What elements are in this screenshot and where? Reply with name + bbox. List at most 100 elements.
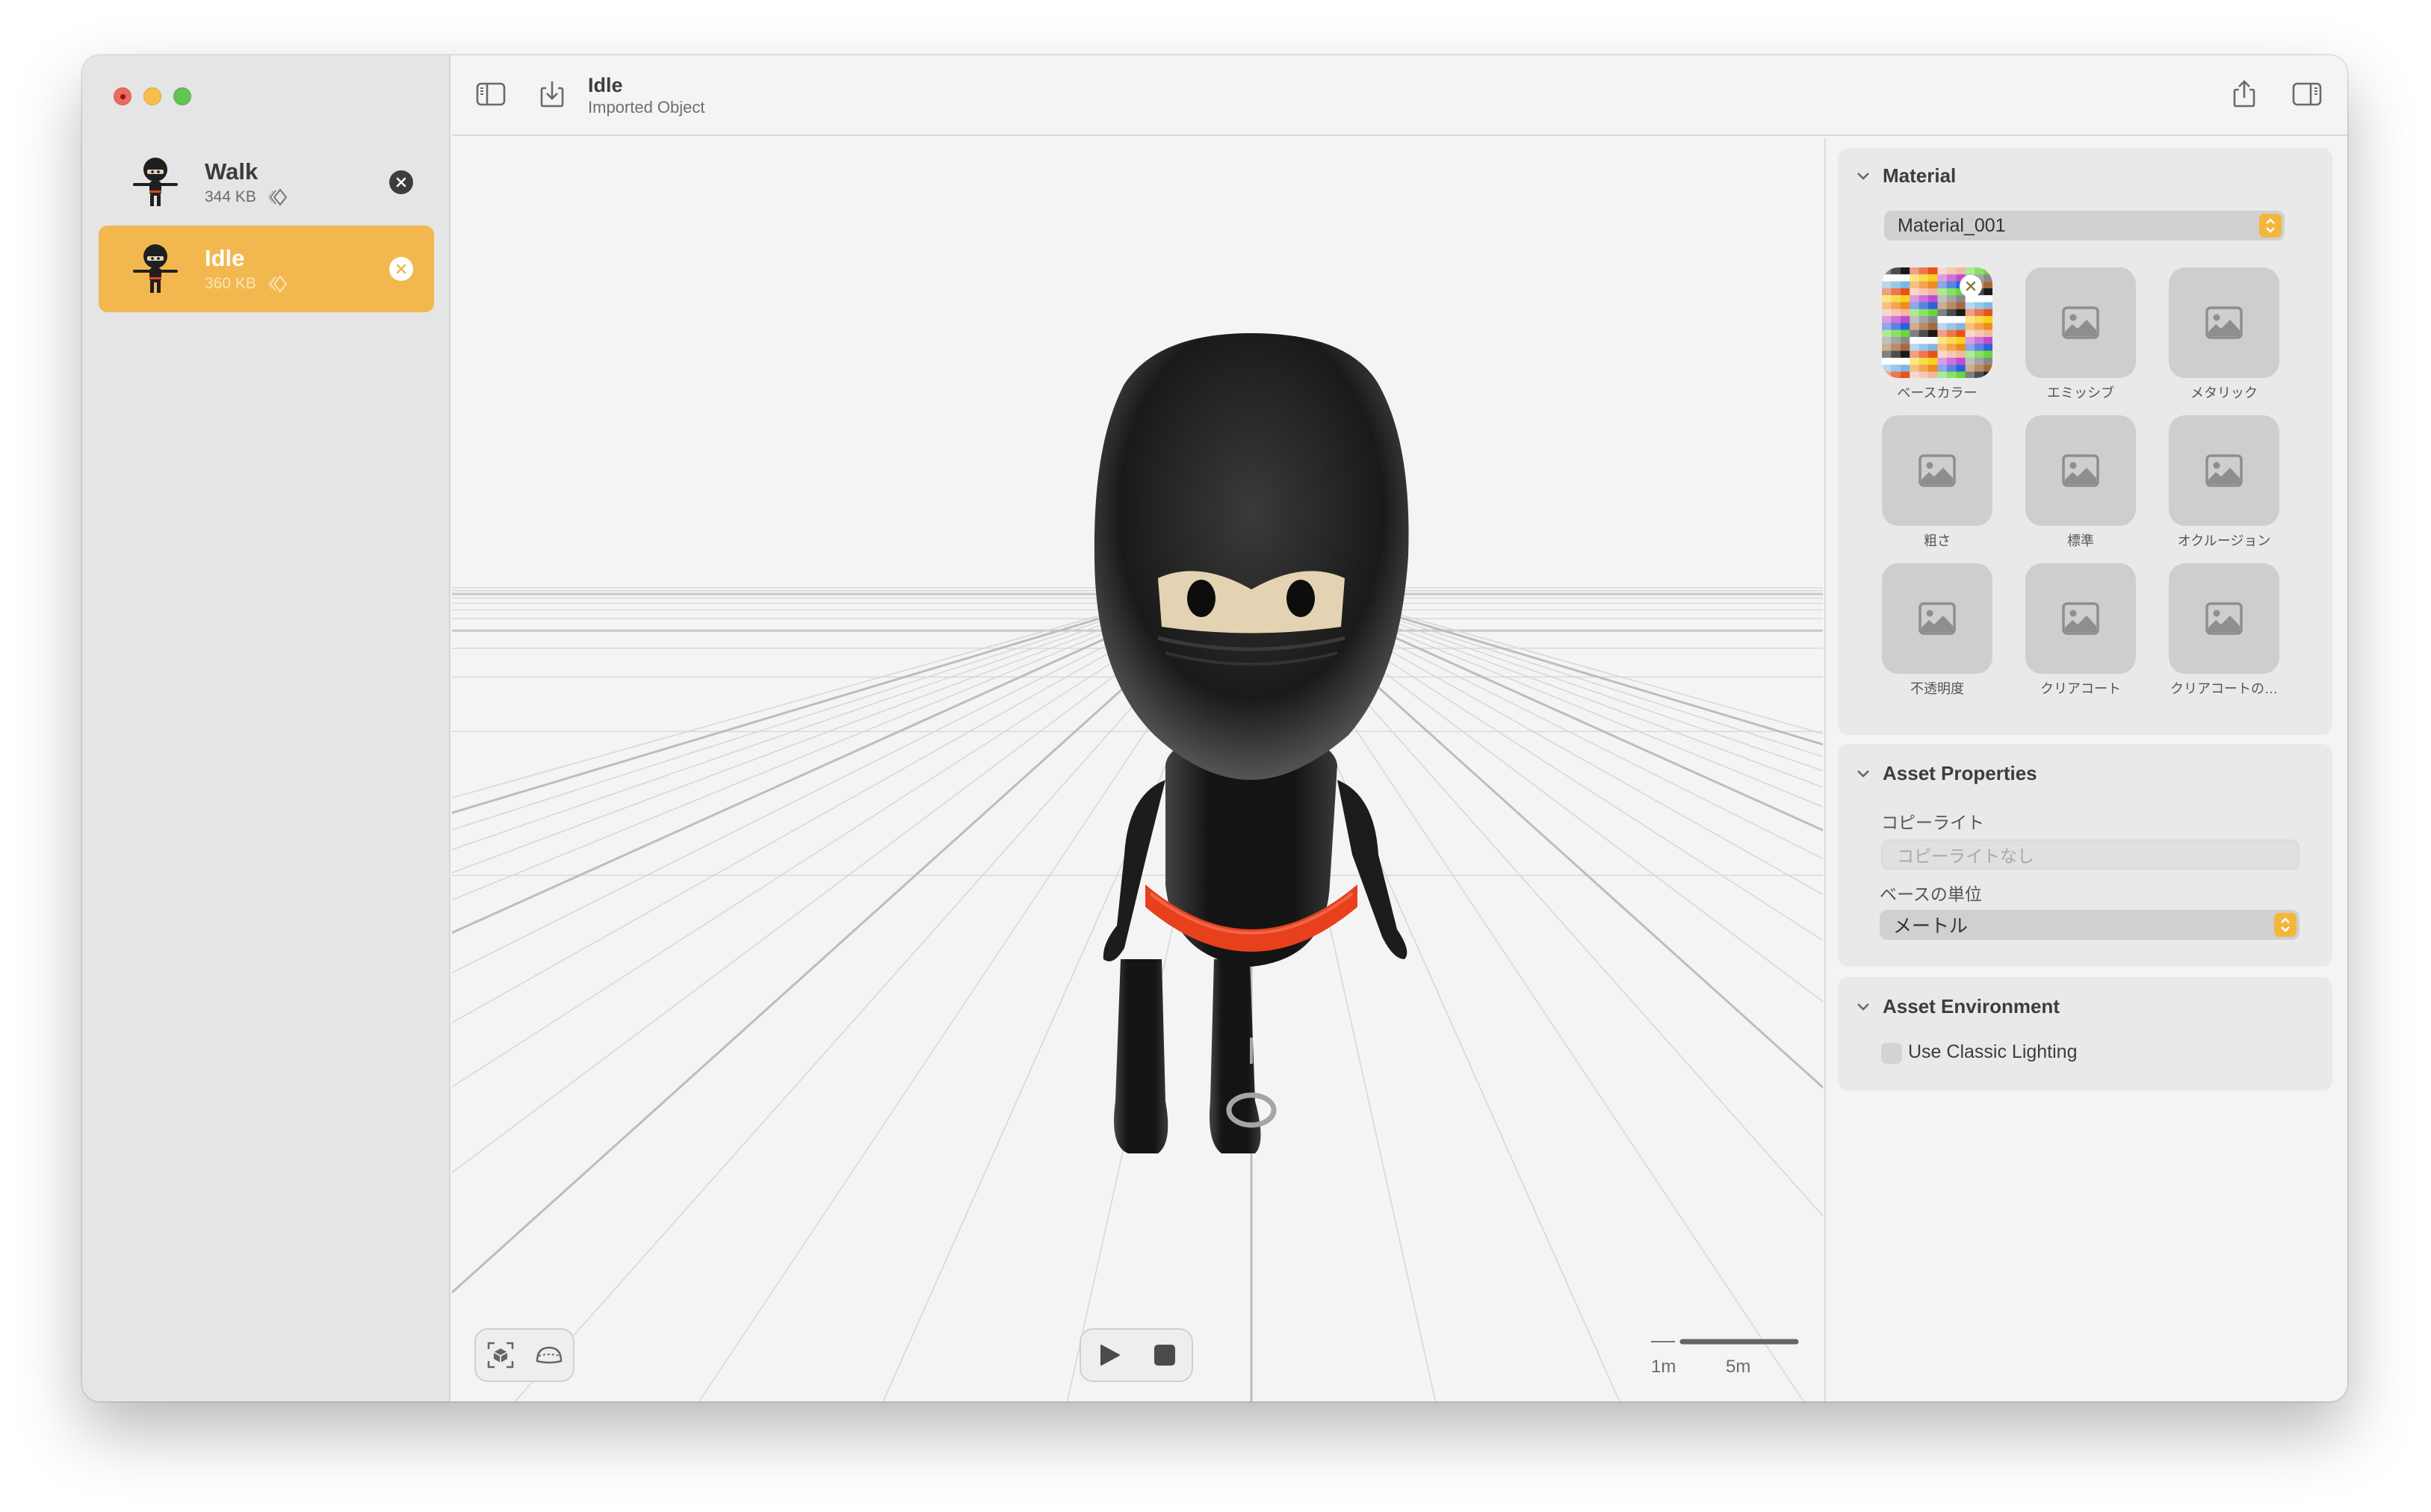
file-name: Walk xyxy=(205,158,258,185)
texture-placeholder[interactable] xyxy=(2025,267,2136,378)
file-list: Walk 344 KB Idle 360 KB xyxy=(99,139,434,312)
texture-placeholder[interactable] xyxy=(1882,563,1992,674)
scale-indicator: 1m 5m xyxy=(1651,1334,1800,1379)
texture-slot[interactable]: 不透明度 xyxy=(1881,563,1993,698)
document-subtitle: Imported Object xyxy=(588,98,705,117)
select-stepper-icon xyxy=(2274,913,2297,937)
texture-slot-label: クリアコートの… xyxy=(2170,681,2278,696)
texture-slot[interactable]: クリアコートの… xyxy=(2168,563,2280,698)
base-unit-select[interactable]: メートル xyxy=(1880,910,2300,940)
texture-slot[interactable]: ベースカラー xyxy=(1881,267,1993,402)
texture-placeholder[interactable] xyxy=(2169,415,2279,526)
texture-slot[interactable]: メタリック xyxy=(2168,267,2280,402)
texture-slot-label: クリアコート xyxy=(2040,681,2121,696)
texture-thumbnail[interactable] xyxy=(1882,267,1992,378)
file-size: 360 KB xyxy=(205,275,256,292)
view-controls xyxy=(474,1328,575,1382)
motion-icon xyxy=(267,275,288,293)
classic-lighting-label[interactable]: Use Classic Lighting xyxy=(1908,1041,2078,1063)
asset-environment-section: Asset Environment Use Classic Lighting xyxy=(1838,977,2332,1091)
image-placeholder-icon xyxy=(2205,602,2243,635)
base-unit-value: メートル xyxy=(1893,916,1969,937)
remove-file-button[interactable] xyxy=(389,257,413,281)
play-icon[interactable] xyxy=(1097,1342,1122,1368)
chevron-down-icon xyxy=(1857,172,1869,180)
classic-lighting-checkbox[interactable] xyxy=(1881,1043,1902,1064)
zoom-window-button[interactable] xyxy=(173,87,191,105)
section-title: Asset Properties xyxy=(1883,762,2037,784)
texture-slot[interactable]: クリアコート xyxy=(2025,563,2137,698)
material-select[interactable]: Material_001 xyxy=(1884,211,2285,241)
scale-label-small: 1m xyxy=(1651,1357,1676,1377)
close-window-button[interactable] xyxy=(114,87,131,105)
window-controls xyxy=(114,87,191,105)
ninja-model[interactable] xyxy=(452,137,1823,1401)
texture-slot[interactable]: 粗さ xyxy=(1881,415,1993,550)
file-item-walk[interactable]: Walk 344 KB xyxy=(99,139,434,226)
texture-slot[interactable]: 標準 xyxy=(2025,415,2137,550)
copyright-label: コピーライト xyxy=(1881,813,1984,832)
material-section-header[interactable]: Material xyxy=(1856,164,1956,188)
texture-slot-label: 不透明度 xyxy=(1910,681,1964,696)
remove-file-button[interactable] xyxy=(389,170,413,194)
image-placeholder-icon xyxy=(2205,306,2243,339)
image-placeholder-icon xyxy=(1919,454,1956,487)
texture-slot-label: エミッシブ xyxy=(2047,385,2114,400)
file-item-idle[interactable]: Idle 360 KB xyxy=(99,226,434,312)
texture-placeholder[interactable] xyxy=(2025,563,2136,674)
chevron-down-icon xyxy=(1857,1003,1869,1011)
frame-object-icon[interactable] xyxy=(486,1340,515,1370)
minimize-window-button[interactable] xyxy=(143,87,161,105)
stop-icon[interactable] xyxy=(1153,1343,1177,1367)
close-icon xyxy=(1966,281,1976,291)
material-select-value: Material_001 xyxy=(1898,214,2006,236)
image-placeholder-icon xyxy=(2062,306,2099,339)
file-name: Idle xyxy=(205,245,245,271)
texture-placeholder[interactable] xyxy=(1882,415,1992,526)
material-section: Material Material_001 ベースカラー エミッシブ メタリック粗さ… xyxy=(1838,148,2332,735)
toolbar: Idle Imported Object xyxy=(452,55,2347,136)
playback-controls xyxy=(1080,1328,1193,1382)
ninja-thumbnail-icon xyxy=(133,244,178,293)
texture-slot-label: ベースカラー xyxy=(1897,385,1978,400)
texture-slot-label: メタリック xyxy=(2190,385,2258,400)
image-placeholder-icon xyxy=(1919,602,1956,635)
texture-slot[interactable]: エミッシブ xyxy=(2025,267,2137,402)
texture-placeholder[interactable] xyxy=(2169,563,2279,674)
asset-properties-header[interactable]: Asset Properties xyxy=(1856,762,2037,785)
copyright-placeholder: コピーライトなし xyxy=(1897,846,2034,866)
section-title: Material xyxy=(1883,164,1957,187)
texture-placeholder[interactable] xyxy=(2169,267,2279,378)
sidebar-toggle-icon[interactable] xyxy=(476,79,506,109)
scale-bar-graphic xyxy=(1651,1339,1799,1345)
asset-properties-section: Asset Properties コピーライト コピーライトなし ベースの単位 … xyxy=(1838,744,2332,967)
base-unit-label: ベースの単位 xyxy=(1880,884,1982,904)
inspector-toggle-icon[interactable] xyxy=(2292,79,2322,109)
asset-environment-header[interactable]: Asset Environment xyxy=(1856,995,2060,1018)
sidebar: Walk 344 KB Idle 360 KB xyxy=(82,55,450,1401)
document-title: Idle xyxy=(588,74,623,96)
app-window: Walk 344 KB Idle 360 KB Idle Imported Ob… xyxy=(82,55,2347,1401)
motion-icon xyxy=(267,188,288,206)
environment-dome-icon[interactable] xyxy=(534,1340,564,1370)
copyright-field[interactable]: コピーライトなし xyxy=(1881,840,2300,870)
ninja-thumbnail-icon xyxy=(133,158,178,206)
section-title: Asset Environment xyxy=(1883,995,2060,1017)
texture-slot-label: 粗さ xyxy=(1924,533,1951,548)
chevron-down-icon xyxy=(1857,769,1869,778)
scale-label-large: 5m xyxy=(1726,1357,1751,1377)
image-placeholder-icon xyxy=(2205,454,2243,487)
file-size: 344 KB xyxy=(205,188,256,205)
texture-slot[interactable]: オクルージョン xyxy=(2168,415,2280,550)
import-icon[interactable] xyxy=(537,79,567,109)
image-placeholder-icon xyxy=(2062,454,2099,487)
remove-texture-button[interactable] xyxy=(1960,275,1982,297)
texture-placeholder[interactable] xyxy=(2025,415,2136,526)
texture-slot-label: 標準 xyxy=(2067,533,2094,548)
close-icon xyxy=(396,177,406,188)
texture-slot-label: オクルージョン xyxy=(2177,533,2271,548)
image-placeholder-icon xyxy=(2062,602,2099,635)
3d-viewport[interactable]: 1m 5m xyxy=(452,137,1823,1401)
select-stepper-icon xyxy=(2259,214,2282,238)
share-icon[interactable] xyxy=(2229,79,2259,109)
